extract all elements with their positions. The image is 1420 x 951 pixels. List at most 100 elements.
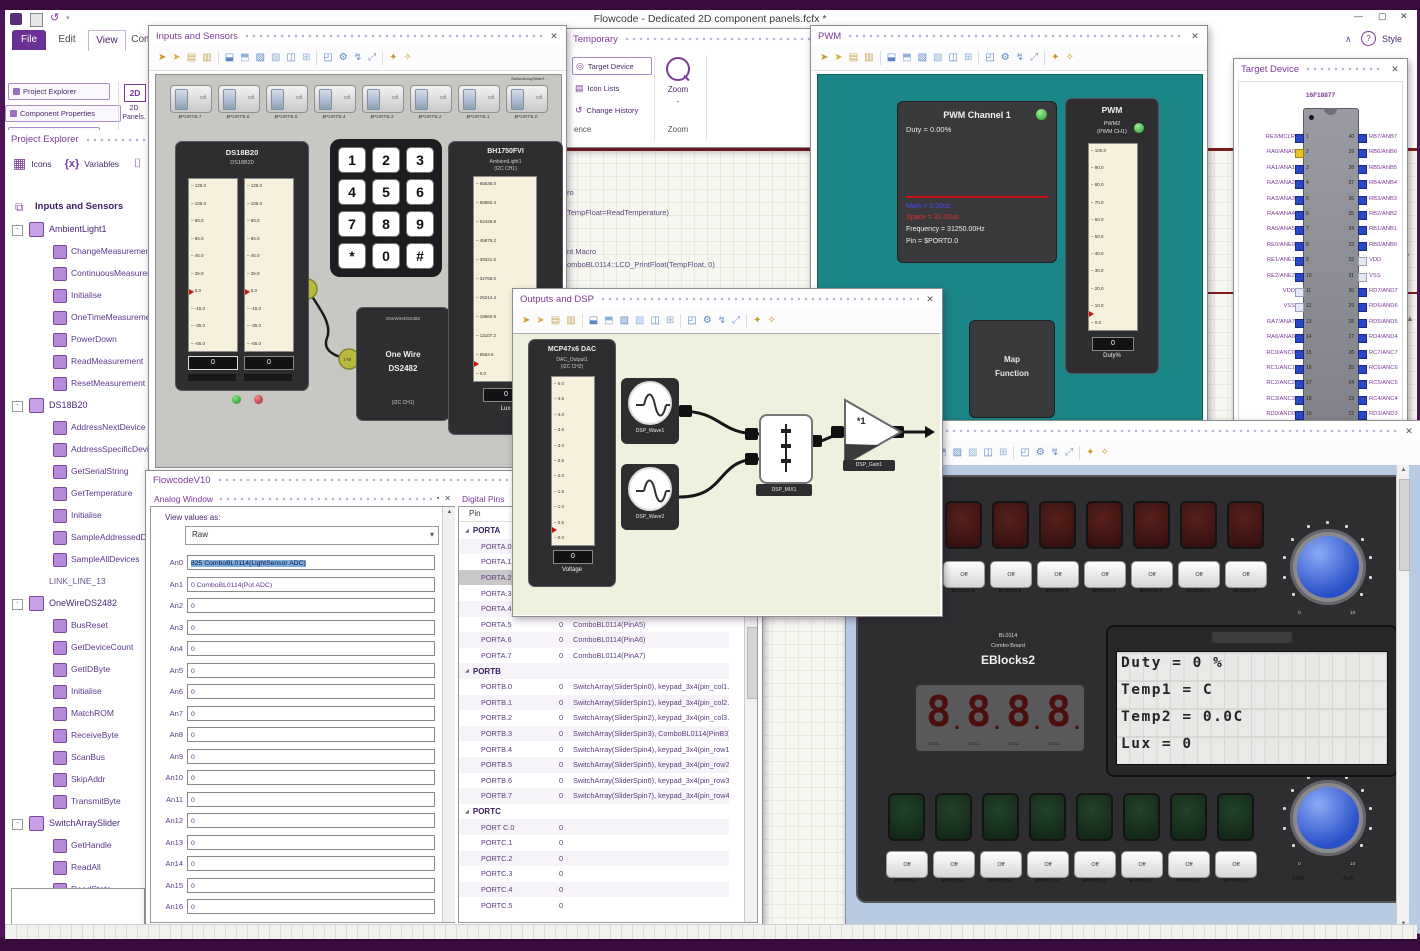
align-bottom-icon[interactable]: ⬓ (887, 53, 896, 63)
cursor-icon[interactable]: ➤ (158, 53, 166, 63)
digital-row-portb-5[interactable]: PORTB.5 0 SwitchArray(SliderSpin5), keypad… (459, 757, 729, 773)
toggle-switch-portb6[interactable]: Off (218, 85, 260, 113)
2d-panel-icon[interactable]: 2D (124, 84, 146, 102)
gauge-pointer[interactable] (1089, 311, 1094, 317)
grid-icon[interactable]: ⊞ (999, 448, 1007, 458)
keypad-key-0[interactable]: 0 (372, 243, 400, 269)
star-icon[interactable]: ✦ (753, 316, 761, 326)
analog-value-an7[interactable]: 0 (187, 705, 435, 721)
digital-row-portc-5[interactable]: PORTC.5 0 (459, 897, 729, 913)
board-button-porta1[interactable]: Off (1178, 561, 1220, 588)
settings-icon[interactable]: ⚙ (339, 53, 348, 63)
toggle-switch-portb1[interactable]: Off (458, 85, 500, 113)
icons-view-icon[interactable]: ▦ (13, 155, 26, 172)
align-bottom-icon[interactable]: ⬓ (225, 53, 234, 63)
paste-icon[interactable]: ▥ (864, 53, 873, 63)
app-horizontal-scrollbar[interactable] (5, 924, 1417, 939)
star-outline-icon[interactable]: ✧ (1101, 448, 1109, 458)
layout-icon[interactable]: ▨ (953, 448, 962, 458)
dsp-gain-component[interactable] (843, 398, 905, 466)
ribbon-button-project-explorer[interactable]: Project Explorer (8, 83, 110, 100)
analog-value-an10[interactable]: 0 (187, 770, 435, 785)
analog-value-an5[interactable]: 0 (187, 662, 435, 678)
view-option-target-device[interactable]: ◎ Target Device (572, 57, 652, 75)
board-button-portd5[interactable]: Off (980, 851, 1022, 878)
macros-icon[interactable]: ⌷ (134, 156, 141, 171)
close-icon[interactable]: ✕ (1390, 64, 1400, 75)
group-expander-icon[interactable]: ◢ (465, 668, 469, 674)
split-icon[interactable]: ◫ (287, 53, 296, 63)
pin-panel-icon[interactable]: ▪ (437, 495, 439, 502)
switch-rocker[interactable] (463, 89, 476, 110)
keypad-key-6[interactable]: 6 (406, 179, 434, 205)
copy-icon[interactable]: ▤ (551, 316, 560, 326)
style-button[interactable]: Style (1382, 34, 1402, 44)
tab-edit[interactable]: Edit (50, 30, 84, 50)
analog-value-an2[interactable]: 0 (187, 598, 435, 613)
keypad-key-3[interactable]: 3 (406, 147, 434, 173)
star-icon[interactable]: ✦ (389, 53, 397, 63)
analog-value-an4[interactable]: 0 (187, 641, 435, 656)
minimize-button[interactable]: — (1354, 11, 1363, 21)
digital-row-port-c-0[interactable]: PORT C.0 0 (459, 819, 729, 835)
cursor-alt-icon[interactable]: ➤ (536, 316, 544, 326)
switch-rocker[interactable] (415, 89, 428, 110)
variables-icon[interactable]: {x} (65, 158, 80, 170)
switch-rocker[interactable] (271, 89, 284, 110)
cursor-icon[interactable]: ➤ (522, 316, 530, 326)
board-button-portd1[interactable]: Off (1168, 851, 1210, 878)
inputs-panel-surface[interactable]: 1-W 1-W Off$PORTB.7Off$PORTB.6Off$PORTB.… (155, 74, 563, 468)
analog-value-an16[interactable]: 0 (187, 899, 435, 914)
digital-row-portb-3[interactable]: PORTB.3 0 SwitchArray(SliderSpin3), ComboB… (459, 725, 729, 742)
digital-row-porta-7[interactable]: PORTA.7 0 ComboBL0114(PinA7) (459, 648, 729, 664)
view-option-change-history[interactable]: ↺ Change History (572, 101, 652, 119)
close-icon[interactable]: ✕ (925, 294, 935, 305)
toggle-switch-portb5[interactable]: Off (266, 85, 308, 113)
star-icon[interactable]: ✦ (1051, 53, 1059, 63)
star-icon[interactable]: ✦ (1086, 448, 1094, 458)
copy-icon[interactable]: ▤ (849, 53, 858, 63)
toggle-switch-portb7[interactable]: Off (170, 85, 212, 113)
board-button-porta4[interactable]: Off (1037, 561, 1079, 588)
view-values-dropdown[interactable]: Raw ▾ (185, 526, 439, 545)
variables-label[interactable]: Variables (84, 159, 119, 169)
board-button-porta2[interactable]: Off (1131, 561, 1173, 588)
gauge-pointer[interactable] (474, 361, 479, 367)
board-button-porta6[interactable]: Off (943, 561, 985, 588)
collapse-ribbon-icon[interactable]: ∧ (1345, 34, 1352, 45)
cursor-alt-icon[interactable]: ➤ (834, 53, 842, 63)
gauge-pointer[interactable] (245, 289, 250, 295)
switch-rocker[interactable] (367, 89, 380, 110)
layout-icon[interactable]: ▨ (918, 53, 927, 63)
analog-value-an6[interactable]: 0 (187, 684, 435, 699)
tab-view[interactable]: View (88, 30, 126, 51)
board-button-portd3[interactable]: Off (1074, 851, 1116, 878)
scroll-up-icon[interactable]: ▲ (443, 509, 456, 515)
analog-value-an8[interactable]: 0 (187, 727, 435, 742)
signal-icon[interactable]: ↯ (1016, 53, 1024, 63)
layout-alt-icon[interactable]: ▧ (271, 53, 280, 63)
keypad-key-4[interactable]: 4 (338, 179, 366, 205)
digital-row-porta-5[interactable]: PORTA.5 0 ComboBL0114(PinA5) (459, 617, 729, 633)
tree-expander-icon[interactable]: - (12, 599, 23, 610)
dac-component[interactable]: MCP47x6 DAC DAC_Output1 (I2C CH2) 0 Volt… (528, 339, 616, 587)
tree-expander-icon[interactable]: - (12, 401, 23, 412)
board-button-portd4[interactable]: Off (1027, 851, 1069, 878)
tree-expander-icon[interactable]: - (12, 225, 23, 236)
digital-row-portb-7[interactable]: PORTB.7 0 SwitchArray(SliderSpin7), keypad… (459, 788, 729, 804)
panel-icon[interactable]: ◰ (1020, 448, 1029, 458)
layout-icon[interactable]: ▨ (256, 53, 265, 63)
board-button-portd0[interactable]: Off (1215, 851, 1257, 878)
resize-icon[interactable]: ⤢ (732, 316, 740, 326)
digital-row-portb-0[interactable]: PORTB.0 0 SwitchArray(SliderSpin0), keypad… (459, 679, 729, 695)
pot-knob[interactable] (1282, 521, 1373, 605)
align-top-icon[interactable]: ⬒ (240, 53, 249, 63)
digital-row-portc-2[interactable]: PORTC.2 0 (459, 850, 729, 867)
keypad-key-hash[interactable]: # (406, 243, 434, 269)
analog-value-an12[interactable]: 0 (187, 813, 435, 828)
analog-value-an13[interactable]: 0 (187, 834, 435, 850)
close-icon[interactable]: ✕ (444, 494, 451, 503)
zoom-button[interactable]: Zoom (663, 85, 693, 94)
maximize-button[interactable]: ▢ (1378, 11, 1387, 22)
board-button-porta3[interactable]: Off (1084, 561, 1126, 588)
